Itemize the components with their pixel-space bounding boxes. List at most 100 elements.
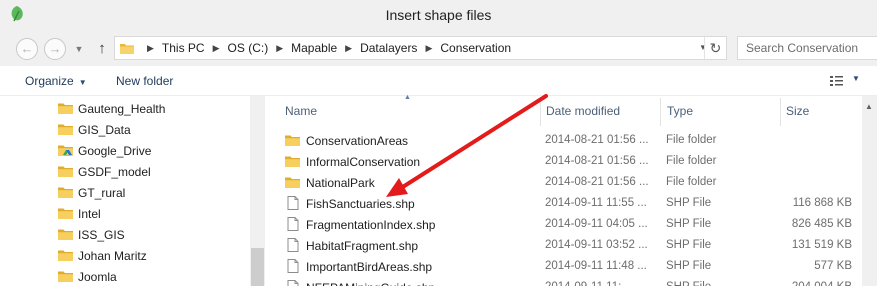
- file-row[interactable]: NFEPAMiningGuide.shp 2014-09-11 11:... SHP…: [281, 277, 856, 286]
- column-divider[interactable]: [660, 98, 661, 126]
- nav-item-label: Johan Maritz: [78, 249, 147, 263]
- nav-item-label: ISS_GIS: [78, 228, 125, 242]
- folder-icon: [58, 166, 73, 177]
- file-date-modified: 2014-08-21 01:56 ...: [545, 176, 649, 188]
- folder-icon: [58, 250, 73, 261]
- folder-icon: [285, 156, 300, 167]
- sort-ascending-icon: ▲: [404, 94, 411, 101]
- file-icon: [287, 259, 299, 273]
- folder-icon: [58, 124, 73, 135]
- file-type: SHP File: [666, 218, 712, 230]
- breadcrumb-mapable[interactable]: Mapable: [291, 41, 337, 55]
- search-box[interactable]: [737, 36, 877, 60]
- nav-item[interactable]: Intel: [0, 203, 250, 224]
- folder-icon: [58, 187, 73, 198]
- nav-item[interactable]: ISS_GIS: [0, 224, 250, 245]
- nav-item-label: Intel: [78, 207, 101, 221]
- navigation-pane[interactable]: Gauteng_Health GIS_Data Google_Drive GSDF_m…: [0, 96, 265, 286]
- view-options-icon[interactable]: [829, 74, 845, 88]
- organize-label: Organize: [25, 74, 74, 88]
- nav-item-label: Gauteng_Health: [78, 102, 166, 116]
- breadcrumb-separator-icon[interactable]: ▶: [417, 43, 440, 54]
- nav-item[interactable]: Gauteng_Health: [0, 98, 250, 119]
- scrollbar-thumb[interactable]: [251, 248, 264, 286]
- column-header-name[interactable]: Name: [285, 104, 317, 118]
- file-size: 116 868 KB: [792, 197, 852, 209]
- nav-item-label: Google_Drive: [78, 144, 152, 158]
- organize-button[interactable]: Organize ▼: [25, 74, 87, 88]
- file-size: 826 485 KB: [791, 218, 852, 230]
- file-name: NationalPark: [306, 176, 375, 190]
- breadcrumb-datalayers[interactable]: Datalayers: [360, 41, 417, 55]
- file-date-modified: 2014-09-11 04:05 ...: [545, 218, 648, 230]
- file-list[interactable]: ▲ Name Date modified Type Size ▲ Conserv…: [265, 94, 877, 286]
- organize-chevron-down-icon: ▼: [78, 78, 87, 87]
- file-name: ConservationAreas: [306, 134, 409, 148]
- window-title: Insert shape files: [385, 7, 492, 23]
- up-arrow-icon[interactable]: ↑: [93, 38, 111, 60]
- nav-item-label: Joomla: [78, 270, 117, 284]
- column-header-type[interactable]: Type: [667, 104, 693, 118]
- column-divider[interactable]: [780, 98, 781, 126]
- breadcrumb-separator-icon[interactable]: ▶: [337, 43, 360, 54]
- file-name: InformalConservation: [306, 155, 421, 169]
- breadcrumb-separator-icon: ▶: [147, 42, 154, 53]
- file-size: 577 KB: [814, 260, 852, 272]
- file-icon: [287, 217, 299, 231]
- new-folder-button[interactable]: New folder: [116, 74, 173, 88]
- breadcrumb-os-c[interactable]: OS (C:): [228, 41, 269, 55]
- file-icon: [287, 280, 299, 286]
- nav-item[interactable]: GT_rural: [0, 182, 250, 203]
- file-date-modified: 2014-09-11 11:55 ...: [545, 197, 647, 209]
- file-name: FishSanctuaries.shp: [306, 197, 415, 211]
- nav-item[interactable]: Johan Maritz: [0, 245, 250, 266]
- back-button[interactable]: ←: [16, 38, 38, 60]
- file-row[interactable]: ImportantBirdAreas.shp 2014-09-11 11:48 .…: [281, 256, 856, 277]
- title-bar: Insert shape files: [0, 0, 877, 30]
- navigation-scrollbar[interactable]: [250, 96, 265, 286]
- view-options-chevron-down-icon[interactable]: ▼: [852, 74, 860, 83]
- file-type: SHP File: [666, 239, 712, 251]
- address-bar[interactable]: ▶ This PC ▶ OS (C:) ▶ Mapable ▶ Datalaye…: [114, 36, 727, 60]
- folder-row[interactable]: NationalPark 2014-08-21 01:56 ... File fol…: [281, 172, 856, 193]
- file-type: File folder: [666, 176, 717, 188]
- folder-icon: [285, 135, 300, 146]
- breadcrumb-separator-icon[interactable]: ▶: [205, 43, 228, 54]
- file-type: SHP File: [666, 281, 711, 286]
- file-size: 131 519 KB: [791, 239, 852, 251]
- nav-item[interactable]: GIS_Data: [0, 119, 250, 140]
- file-name: FragmentationIndex.shp: [306, 218, 436, 232]
- refresh-icon[interactable]: ↻: [704, 37, 726, 59]
- recent-locations-chevron-down-icon[interactable]: ▼: [72, 39, 86, 59]
- nav-item[interactable]: Google_Drive: [0, 140, 250, 161]
- nav-item[interactable]: Joomla: [0, 266, 250, 286]
- breadcrumb-conservation[interactable]: Conservation: [440, 41, 511, 55]
- folder-row[interactable]: InformalConservation 2014-08-21 01:56 ...…: [281, 151, 856, 172]
- folder-icon: [120, 44, 134, 54]
- file-type: File folder: [666, 155, 717, 167]
- search-input[interactable]: [738, 37, 876, 59]
- breadcrumb-this-pc[interactable]: This PC: [162, 41, 205, 55]
- file-icon: [287, 196, 299, 210]
- file-type: SHP File: [666, 197, 712, 209]
- file-row[interactable]: HabitatFragment.shp 2014-09-11 03:52 ... S…: [281, 235, 856, 256]
- file-date-modified: 2014-08-21 01:56 ...: [545, 134, 649, 146]
- folder-icon: [58, 271, 73, 282]
- google-drive-folder-icon: [58, 145, 73, 156]
- file-row[interactable]: FragmentationIndex.shp 2014-09-11 04:05 .…: [281, 214, 856, 235]
- address-row: ← → ▼ ↑ ▶ This PC ▶ OS (C:) ▶ Mapable ▶ …: [0, 30, 877, 66]
- file-date-modified: 2014-09-11 11:...: [545, 281, 631, 286]
- column-divider[interactable]: [540, 98, 541, 126]
- column-header-size[interactable]: Size: [786, 104, 809, 118]
- file-date-modified: 2014-08-21 01:56 ...: [545, 155, 649, 167]
- folder-row[interactable]: ConservationAreas 2014-08-21 01:56 ... Fil…: [281, 130, 856, 151]
- scroll-up-arrow-icon[interactable]: ▲: [865, 102, 873, 111]
- nav-item[interactable]: GSDF_model: [0, 161, 250, 182]
- forward-button[interactable]: →: [44, 38, 66, 60]
- breadcrumb-separator-icon[interactable]: ▶: [268, 43, 291, 54]
- file-list-scrollbar[interactable]: ▲: [862, 96, 877, 286]
- column-header-date-modified[interactable]: Date modified: [546, 104, 620, 118]
- file-row[interactable]: FishSanctuaries.shp 2014-09-11 11:55 ... S…: [281, 193, 856, 214]
- nav-item-label: GSDF_model: [78, 165, 151, 179]
- folder-icon: [58, 208, 73, 219]
